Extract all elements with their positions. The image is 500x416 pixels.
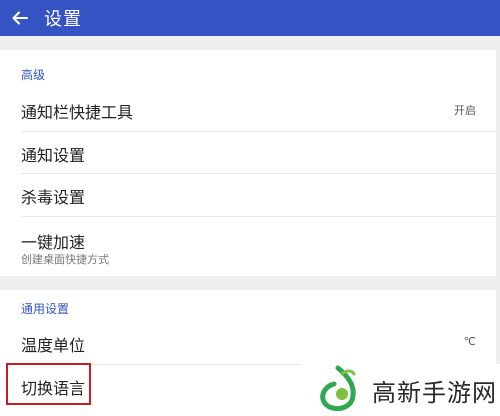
annotation-highlight-box	[6, 363, 91, 405]
setting-label: 杀毒设置	[21, 188, 86, 207]
setting-label: 通知栏快捷工具	[21, 103, 134, 122]
page-title: 设置	[44, 9, 82, 30]
section-heading-general: 通用设置	[21, 302, 70, 316]
setting-temperature-unit[interactable]: 温度单位 ℃	[0, 322, 496, 364]
watermark-logo-icon	[320, 365, 356, 411]
back-arrow-icon[interactable]	[12, 11, 28, 25]
setting-notification-settings[interactable]: 通知设置	[0, 132, 496, 174]
advanced-section: 高级 通知栏快捷工具 开启 通知设置 杀毒设置 一键加速 创建桌面快捷方式	[0, 50, 496, 276]
setting-one-click-boost[interactable]: 一键加速 创建桌面快捷方式	[0, 217, 496, 275]
setting-label: 温度单位	[21, 336, 86, 355]
watermark-text: 高新手游网	[372, 378, 497, 407]
watermark: 高新手游网	[300, 364, 500, 416]
app-bar: 设置	[0, 0, 500, 36]
section-heading-advanced: 高级	[21, 68, 46, 82]
setting-antivirus-settings[interactable]: 杀毒设置	[0, 174, 496, 216]
setting-label: 通知设置	[21, 146, 86, 165]
setting-label: 一键加速	[21, 233, 86, 252]
setting-value: 开启	[454, 104, 476, 117]
setting-notification-shortcut[interactable]: 通知栏快捷工具 开启	[0, 88, 496, 132]
setting-sublabel: 创建桌面快捷方式	[21, 253, 109, 266]
setting-value: ℃	[463, 335, 476, 348]
